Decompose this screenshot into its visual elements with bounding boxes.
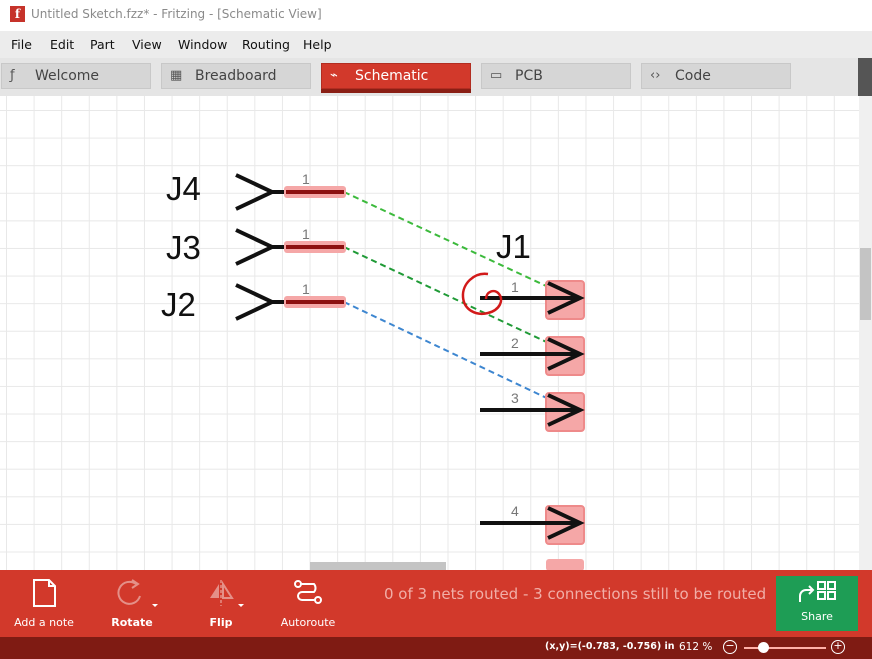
pin-number: 3 xyxy=(511,390,519,406)
tab-label: Breadboard xyxy=(195,68,277,84)
note-icon xyxy=(10,576,78,608)
tab-bar-edge xyxy=(858,58,872,96)
j1-pin-4[interactable]: 4 xyxy=(480,503,585,545)
vertical-scrollbar[interactable] xyxy=(859,96,872,570)
connector-symbol xyxy=(235,283,277,321)
tab-breadboard[interactable]: ▦ Breadboard xyxy=(161,63,311,89)
tab-label: Schematic xyxy=(355,68,429,84)
pin-number: 1 xyxy=(511,279,519,295)
connector-symbol xyxy=(235,228,277,266)
rotate-button[interactable]: Rotate xyxy=(100,576,164,632)
breadboard-icon: ▦ xyxy=(170,68,183,83)
schematic-drawing: J4 1 J3 1 J2 1 J1 1 2 3 4 xyxy=(161,170,585,570)
part-label-j3: J3 xyxy=(166,229,201,266)
horizontal-scrollbar-thumb[interactable] xyxy=(310,562,446,570)
menu-edit[interactable]: Edit xyxy=(50,37,74,52)
autoroute-label: Autoroute xyxy=(280,616,336,629)
tab-label: PCB xyxy=(515,68,543,84)
view-tabs: ƒ Welcome ▦ Breadboard ⌁ Schematic ▭ PCB… xyxy=(0,58,872,96)
red-circle-annotation xyxy=(461,272,503,315)
title-bar: f Untitled Sketch.fzz* - Fritzing - [Sch… xyxy=(0,0,872,31)
fritzing-app-icon: f xyxy=(10,6,25,22)
part-j2[interactable]: J2 1 xyxy=(161,281,346,323)
share-label: Share xyxy=(801,610,833,623)
pin-number: 1 xyxy=(302,226,310,242)
menu-routing[interactable]: Routing xyxy=(242,37,290,52)
cursor-coordinates: (x,y)=(-0.783, -0.756) in xyxy=(545,641,675,652)
rotate-icon xyxy=(100,576,164,608)
tab-schematic[interactable]: ⌁ Schematic xyxy=(321,63,471,93)
zoom-in-button[interactable]: + xyxy=(831,640,845,654)
autoroute-icon xyxy=(276,576,340,608)
part-j3[interactable]: J3 1 xyxy=(166,226,346,266)
menu-bar: File Edit Part View Window Routing Help xyxy=(0,31,872,58)
add-note-button[interactable]: Add a note xyxy=(10,576,78,632)
vertical-scrollbar-thumb[interactable] xyxy=(860,248,871,320)
tab-welcome[interactable]: ƒ Welcome xyxy=(1,63,151,89)
menu-help[interactable]: Help xyxy=(303,37,332,52)
tab-code[interactable]: ‹› Code xyxy=(641,63,791,89)
pin-number: 4 xyxy=(511,503,519,519)
share-button[interactable]: Share xyxy=(776,576,858,631)
add-note-label: Add a note xyxy=(14,616,74,629)
zoom-level: 612 % xyxy=(679,641,713,653)
code-icon: ‹› xyxy=(650,68,661,83)
share-icon xyxy=(776,576,858,610)
menu-file[interactable]: File xyxy=(11,37,32,52)
pin-highlight-partial xyxy=(546,559,584,570)
j1-pin-1[interactable]: 1 xyxy=(480,279,585,320)
window-title: Untitled Sketch.fzz* - Fritzing - [Schem… xyxy=(31,7,322,21)
j1-pin-3[interactable]: 3 xyxy=(480,390,585,432)
autoroute-button[interactable]: Autoroute xyxy=(276,576,340,632)
flip-button[interactable]: Flip xyxy=(190,576,252,632)
j1-pin-2[interactable]: 2 xyxy=(480,335,585,376)
welcome-icon: ƒ xyxy=(10,68,15,83)
tab-label: Code xyxy=(675,68,711,84)
ratsnest-wire-j3[interactable] xyxy=(343,246,573,355)
status-bar: (x,y)=(-0.783, -0.756) in 612 % − + xyxy=(0,637,872,659)
zoom-slider-track[interactable] xyxy=(744,647,826,649)
pcb-icon: ▭ xyxy=(490,68,503,83)
schematic-canvas[interactable]: J4 1 J3 1 J2 1 J1 1 2 3 4 xyxy=(0,96,872,570)
rotate-label: Rotate xyxy=(111,616,153,629)
tab-label: Welcome xyxy=(35,68,100,84)
part-label-j4: J4 xyxy=(166,170,201,207)
menu-window[interactable]: Window xyxy=(178,37,227,52)
bottom-toolbar: Add a note Rotate Flip Autoroute 0 of 3 … xyxy=(0,570,872,637)
pin-number: 1 xyxy=(302,281,310,297)
ratsnest-wire-j4[interactable] xyxy=(343,191,573,299)
menu-part[interactable]: Part xyxy=(90,37,115,52)
pin-number: 1 xyxy=(302,171,310,187)
pin-number: 2 xyxy=(511,335,519,351)
schematic-icon: ⌁ xyxy=(330,68,338,83)
part-label-j2: J2 xyxy=(161,286,196,323)
part-j4[interactable]: J4 1 xyxy=(166,170,346,211)
connector-symbol xyxy=(235,173,277,211)
flip-icon xyxy=(190,576,252,608)
routing-status-text: 0 of 3 nets routed - 3 connections still… xyxy=(384,585,767,603)
part-j1[interactable]: J1 1 2 3 4 xyxy=(480,228,585,570)
flip-label: Flip xyxy=(209,616,233,629)
zoom-out-button[interactable]: − xyxy=(723,640,737,654)
zoom-slider-handle[interactable] xyxy=(758,642,769,653)
tab-pcb[interactable]: ▭ PCB xyxy=(481,63,631,89)
part-label-j1: J1 xyxy=(496,228,531,265)
menu-view[interactable]: View xyxy=(132,37,162,52)
